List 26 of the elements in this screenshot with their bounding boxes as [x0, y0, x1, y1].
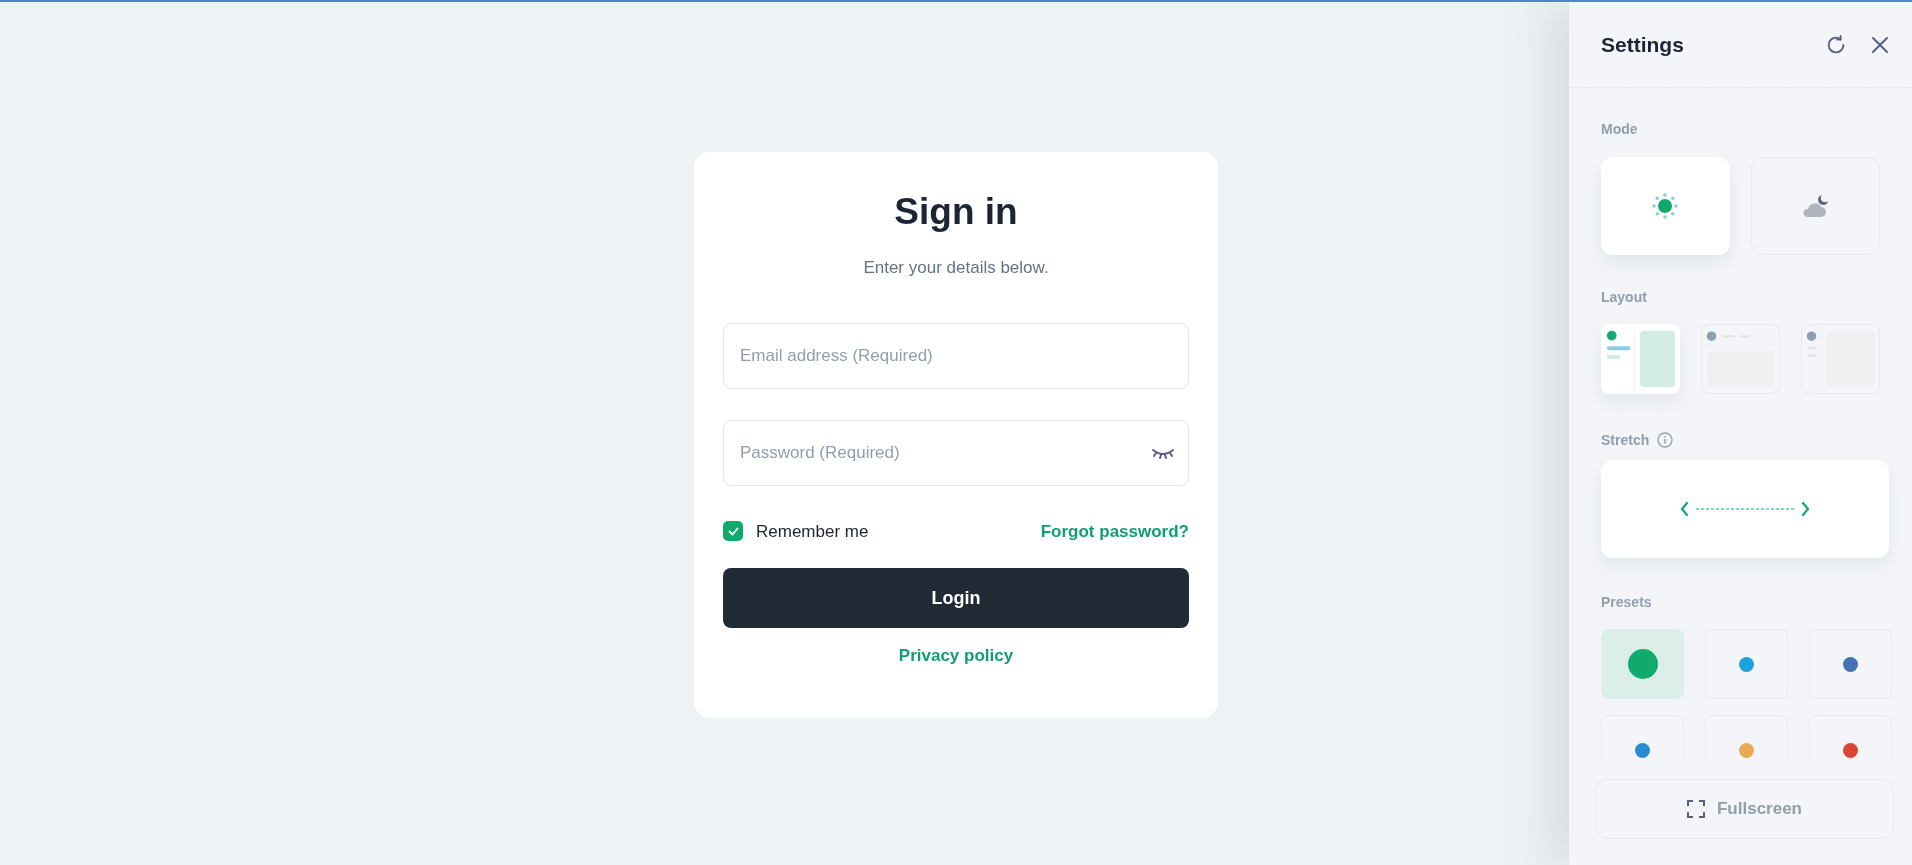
privacy-policy-link[interactable]: Privacy policy [898, 643, 1014, 669]
layout-label: Layout [1601, 288, 1648, 306]
info-icon[interactable] [1657, 432, 1674, 448]
login-button[interactable]: Login [723, 568, 1189, 628]
layout-option[interactable] [1601, 324, 1680, 394]
settings-title: Settings [1601, 31, 1685, 58]
preset-option[interactable] [1809, 629, 1892, 699]
preset-option[interactable] [1705, 629, 1788, 699]
stretch-toggle[interactable] [1601, 460, 1889, 558]
mode-label: Mode [1601, 120, 1639, 138]
preset-option[interactable] [1601, 629, 1684, 699]
expand-icon [1686, 800, 1705, 818]
stretch-label: Stretch [1601, 431, 1650, 449]
forgot-password-link[interactable]: Forgot password? [1040, 518, 1189, 544]
mode-option[interactable] [1750, 157, 1880, 255]
remember-label: Remember me [756, 520, 869, 543]
email-field[interactable]: Email address (Required) [723, 322, 1189, 389]
sign-in-title: Sign in [894, 190, 1018, 234]
check-icon [727, 526, 739, 536]
subtitle: Enter your details below. [863, 257, 1049, 279]
sun-icon [1652, 193, 1679, 219]
cloud-moon-icon [1801, 193, 1830, 219]
password-field[interactable]: Password (Required) [723, 419, 1189, 486]
remember-checkbox[interactable] [723, 521, 743, 542]
presets-label: Presets [1601, 593, 1653, 611]
fullscreen-button[interactable]: Fullscreen [1595, 779, 1894, 839]
